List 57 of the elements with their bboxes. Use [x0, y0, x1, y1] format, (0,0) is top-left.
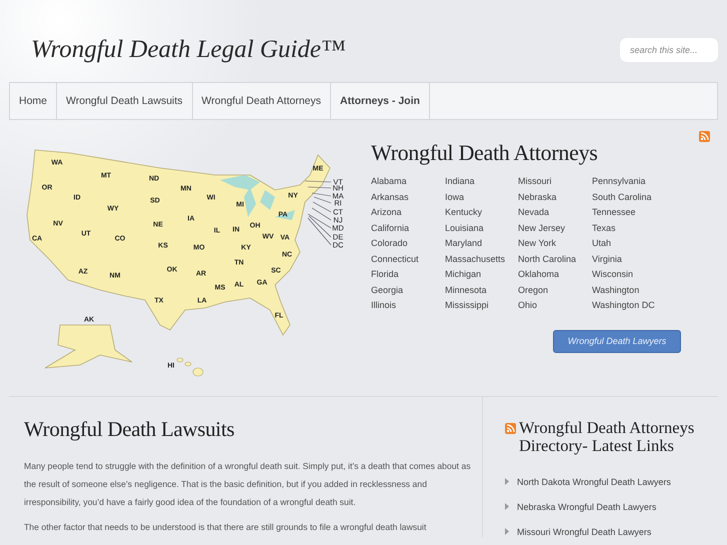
state-link[interactable]: Colorado [371, 238, 445, 254]
leader-line [304, 180, 332, 182]
rss-icon[interactable] [699, 131, 710, 142]
nav-link[interactable]: Home [10, 83, 58, 119]
state-link[interactable]: Nebraska [518, 192, 592, 207]
state-link[interactable]: New Jersey [518, 222, 592, 238]
site-title[interactable]: Wrongful Death Legal Guide™ [31, 36, 346, 64]
state-link[interactable]: North Carolina [518, 254, 592, 269]
state-link[interactable]: Missouri [518, 176, 592, 192]
article-paragraph: The other factor that needs to be understood is that there are still grounds to file a wrongful death lawsuit [24, 521, 428, 534]
state-link[interactable]: Nevada [518, 207, 592, 222]
state-link[interactable]: Louisiana [445, 222, 518, 238]
state-link[interactable]: Virginia [592, 254, 672, 269]
rss-icon[interactable] [505, 423, 516, 434]
state-link[interactable]: Georgia [371, 284, 445, 300]
state-link[interactable]: Pennsylvania [592, 176, 672, 192]
state-link[interactable]: South Carolina [592, 192, 672, 207]
nav-link[interactable]: Wrongful Death Lawsuits [57, 83, 193, 119]
state-link[interactable]: Washington [592, 284, 672, 300]
bullet-arrow-icon [505, 478, 509, 485]
state-link[interactable]: Michigan [445, 269, 518, 284]
state-link[interactable]: Indiana [445, 176, 518, 192]
state-link[interactable]: California [371, 222, 445, 238]
state-link[interactable]: Tennessee [592, 207, 672, 222]
sidebar-link[interactable]: North Dakota Wrongful Death Lawyers [517, 476, 671, 486]
sidebar-heading: Wrongful Death Attorneys Directory- Latest Links [519, 419, 696, 455]
state-link[interactable]: Massachusetts [445, 254, 518, 269]
state-link[interactable]: Mississippi [445, 300, 518, 316]
state-link[interactable]: Oregon [518, 284, 592, 300]
bullet-arrow-icon [505, 503, 509, 510]
state-link[interactable]: Ohio [518, 300, 592, 316]
sidebar-link[interactable]: Nebraska Wrongful Death Lawyers [517, 502, 656, 512]
state-link[interactable]: Wisconsin [592, 269, 672, 284]
state-link[interactable]: Kentucky [445, 207, 518, 222]
state-link[interactable]: Alabama [371, 176, 445, 192]
state-link[interactable]: Washington DC [592, 300, 672, 316]
state-link[interactable]: Maryland [445, 238, 518, 254]
state-link[interactable]: Iowa [445, 192, 518, 207]
nav-link[interactable]: Attorneys - Join [331, 83, 430, 119]
state-link[interactable]: Connecticut [371, 254, 445, 269]
state-link[interactable]: Florida [371, 269, 445, 284]
sidebar-link[interactable]: Missouri Wrongful Death Lawyers [517, 526, 652, 536]
state-link[interactable]: Utah [592, 238, 672, 254]
bullet-arrow-icon [505, 528, 509, 535]
section-heading: Wrongful Death Attorneys [371, 140, 599, 166]
nav-link[interactable]: Wrongful Death Attorneys [192, 83, 331, 119]
state-link[interactable]: Minnesota [445, 284, 518, 300]
state-link[interactable]: Arkansas [371, 192, 445, 207]
state-link[interactable]: Texas [592, 222, 672, 238]
state-link[interactable]: Arizona [371, 207, 445, 222]
article-paragraph: Many people tend to struggle with the definition of a wrongful death suit. Simply put, it’s a death that comes about as the result of someone else’s negligence. That is the basic definition, but if you added in recklessness and irresponsibility, you’d have a fairly good idea of the foundation of a wrongful death suit. [24, 460, 472, 509]
state-link[interactable]: Oklahoma [518, 269, 592, 284]
article-heading: Wrongful Death Lawsuits [24, 417, 236, 442]
search-field[interactable]: search this site... [620, 38, 718, 62]
state-link[interactable]: Illinois [371, 300, 445, 316]
leader-line [308, 186, 332, 188]
state-link[interactable]: New York [518, 238, 592, 254]
